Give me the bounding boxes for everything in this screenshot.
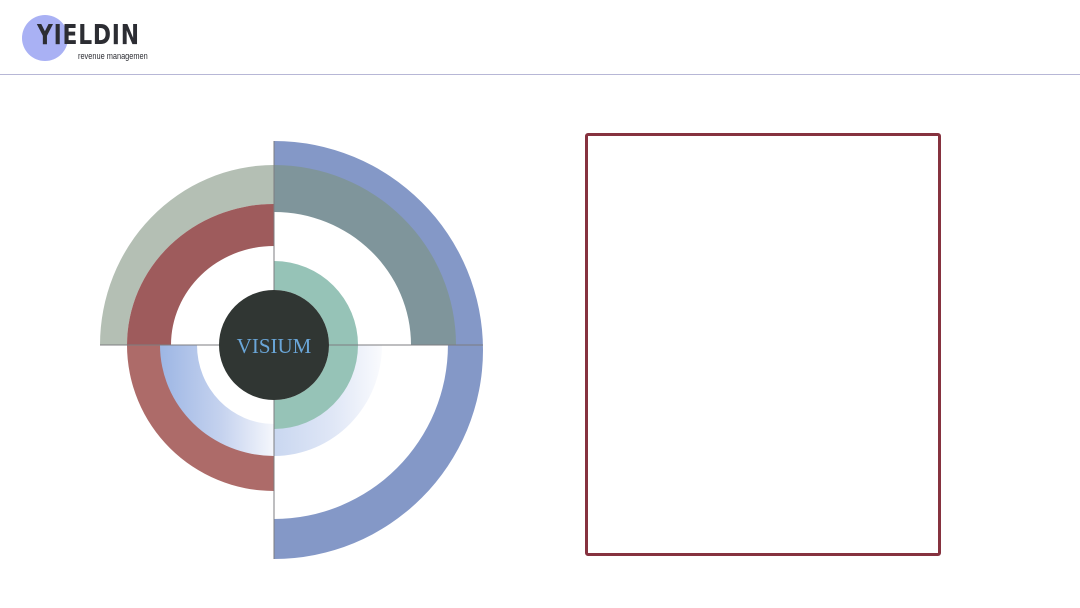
text-placeholder-box[interactable]	[585, 133, 941, 556]
center-label: VISIUM	[237, 334, 312, 358]
